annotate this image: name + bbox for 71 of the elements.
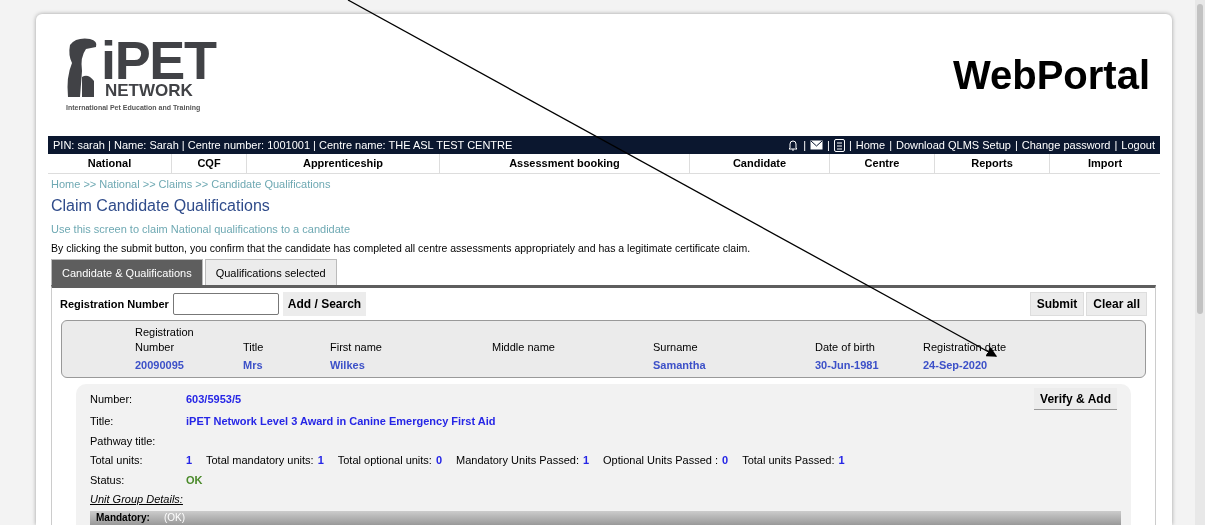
page-subtitle: Use this screen to claim National qualifications to a candidate: [51, 222, 351, 238]
qualification-number: 603/5953/5: [186, 392, 242, 408]
registration-label: Registration Number: [60, 297, 169, 313]
status-value: OK: [186, 473, 203, 488]
nav-item[interactable]: CQF: [172, 153, 247, 173]
separator: |: [1114, 137, 1118, 153]
nav-item[interactable]: Import: [1050, 153, 1160, 173]
unit-group-name: Mandatory:: [96, 512, 150, 524]
separator: |: [803, 137, 807, 153]
nav-item[interactable]: Apprenticeship: [247, 153, 440, 173]
column-header: Date of birth: [815, 340, 875, 356]
nav-item[interactable]: National: [48, 153, 172, 173]
qualification-title: iPET Network Level 3 Award in Canine Emergency First Aid: [186, 414, 496, 430]
table-cell-text: 30-Jun-1981: [815, 358, 879, 373]
logo-network: NETWORK: [105, 81, 194, 99]
field-label: Status:: [90, 473, 126, 488]
total-label: Total optional units:: [337, 453, 432, 469]
header-link[interactable]: Home: [855, 136, 886, 154]
document-icon[interactable]: [833, 138, 845, 152]
unit-group-label: Unit Group Details:: [90, 492, 184, 508]
nav-item[interactable]: Assessment booking: [440, 153, 690, 173]
total-value: 1: [317, 453, 324, 469]
logo-brand: iPET: [101, 37, 216, 82]
nav-item[interactable]: Reports: [935, 153, 1050, 173]
total-value: 0: [435, 453, 443, 469]
portal-title: WebPortal: [952, 52, 1150, 100]
nav-item[interactable]: Centre: [830, 153, 935, 173]
total-label: Total units Passed:: [742, 453, 835, 469]
column-header: Middle name: [492, 340, 555, 356]
nav-item[interactable]: Candidate: [690, 153, 830, 173]
field-label: Pathway title:: [90, 434, 157, 449]
add-search-button[interactable]: Add / Search: [282, 292, 367, 317]
tab[interactable]: Qualifications selected: [204, 259, 337, 286]
table-cell-text: Mrs: [243, 358, 263, 373]
action-button[interactable]: Clear all: [1086, 292, 1147, 317]
table-cell-text: 24-Sep-2020: [923, 358, 988, 373]
page-title: Claim Candidate Qualifications: [51, 196, 271, 217]
user-info: PIN: sarah | Name: Sarah | Centre number: 1001001 | Centre name: THE ASL TEST CENTRE: [53, 137, 513, 153]
registration-input[interactable]: [172, 293, 279, 316]
table-cell-text: Wilkes: [330, 358, 365, 373]
header-link[interactable]: Logout: [1121, 136, 1155, 154]
total-value: 0: [722, 453, 729, 469]
separator: |: [889, 137, 892, 153]
verify-add-button[interactable]: Verify & Add: [1034, 388, 1117, 411]
unit-group-status: (OK): [163, 512, 185, 524]
column-header: Title: [243, 340, 264, 356]
action-button[interactable]: Submit: [1029, 292, 1085, 317]
table-cell-text: 20090095: [135, 358, 184, 373]
tab[interactable]: Candidate & Qualifications: [51, 259, 203, 286]
mail-icon[interactable]: [810, 140, 824, 151]
field-label: Number:: [90, 392, 134, 408]
total-label: Mandatory Units Passed:: [456, 453, 579, 469]
total-value: 1: [582, 453, 590, 469]
total-label: Total mandatory units:: [206, 453, 314, 469]
notice-text: By clicking the submit button, you confirm that the candidate has completed all centre assessments appropriately and has a legitimate certificate claim.: [51, 240, 752, 256]
total-value: 1: [838, 453, 845, 469]
separator: |: [827, 137, 830, 153]
column-header: Registration Number: [135, 325, 195, 356]
bell-icon[interactable]: [787, 139, 800, 152]
header-link[interactable]: Change password: [1021, 136, 1111, 154]
separator: |: [1014, 137, 1018, 153]
separator: |: [848, 137, 852, 153]
column-header: First name: [330, 340, 382, 356]
table-cell-text: Samantha: [653, 358, 706, 373]
field-label: Title:: [90, 414, 115, 430]
total-value: 1: [186, 453, 193, 469]
header-link[interactable]: Download QLMS Setup: [896, 136, 1011, 154]
column-header: Registration date: [923, 340, 1007, 356]
column-header: Surname: [653, 340, 698, 356]
total-label: Optional Units Passed :: [603, 453, 718, 469]
total-label: Total units:: [90, 453, 144, 469]
